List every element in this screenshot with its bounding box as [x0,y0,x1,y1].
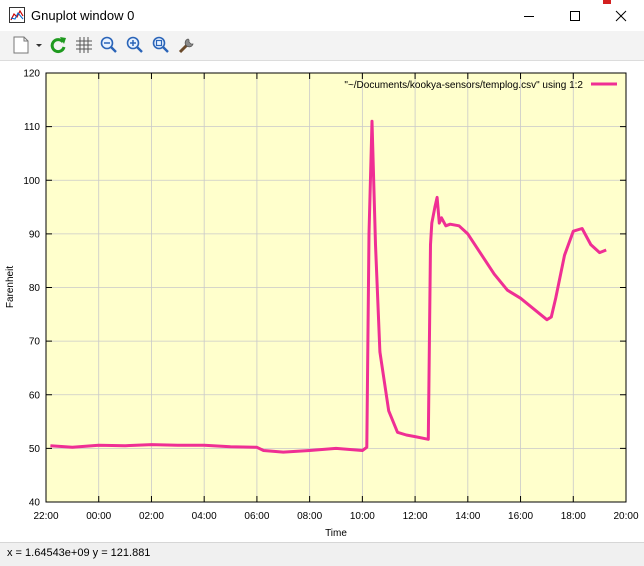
y-axis-label: Farenheit [5,266,16,308]
zoom-next-button[interactable] [124,34,146,56]
toolbar [0,31,644,61]
settings-icon [178,38,194,54]
status-bar: x = 1.64543e+09 y = 121.881 [0,542,644,566]
legend-label: "~/Documents/kookya-sensors/templog.csv"… [344,80,583,91]
chart: 22:00 00:00 02:00 04:00 06:00 08:00 10:00 12:00… [5,69,639,540]
y-tick-label: 90 [29,229,41,240]
grid-icon [76,37,92,53]
title-bar: Gnuplot window 0 [0,0,644,31]
x-tick-labels: 22:00 00:00 02:00 04:00 06:00 08:00 10:00 12:00… [33,511,638,522]
x-tick-label: 06:00 [244,511,269,522]
y-tick-label: 120 [23,69,40,80]
close-button[interactable] [598,0,644,31]
autoscale-icon [152,36,169,53]
y-tick-label: 100 [23,176,40,187]
cursor-coordinates: x = 1.64543e+09 y = 121.881 [7,547,151,559]
red-marker [603,0,611,4]
maximize-icon [570,10,580,21]
x-axis-label: Time [325,528,347,539]
grid-button[interactable] [73,34,95,56]
settings-button[interactable] [176,34,198,56]
y-tick-label: 110 [24,122,40,133]
minimize-button[interactable] [506,0,552,31]
x-tick-label: 08:00 [297,511,322,522]
plot-area[interactable]: 22:00 00:00 02:00 04:00 06:00 08:00 10:00 12:00… [0,61,644,541]
replot-button[interactable] [47,34,69,56]
y-tick-labels: 40 50 60 70 80 90 100 110 120 [23,69,40,509]
x-tick-label: 18:00 [561,511,586,522]
autoscale-button[interactable] [150,34,172,56]
copy-icon [13,36,42,54]
maximize-button[interactable] [552,0,598,31]
gnuplot-app-icon [9,7,25,23]
x-tick-label: 12:00 [403,511,428,522]
window-title: Gnuplot window 0 [31,8,135,23]
copy-button[interactable] [9,34,43,56]
x-tick-label: 02:00 [139,511,164,522]
y-tick-label: 50 [29,444,41,455]
zoom-previous-button[interactable] [98,34,120,56]
x-tick-label: 00:00 [86,511,111,522]
y-tick-label: 70 [29,337,41,348]
close-icon [615,10,627,21]
x-tick-label: 22:00 [33,511,58,522]
x-tick-label: 16:00 [508,511,533,522]
y-tick-label: 60 [29,390,41,401]
y-tick-label: 80 [29,283,41,294]
y-tick-label: 40 [29,498,41,509]
x-tick-label: 20:00 [613,511,638,522]
replot-icon [50,37,66,54]
x-tick-label: 04:00 [192,511,217,522]
zoom-next-icon [126,36,143,53]
minimize-icon [524,15,534,17]
x-tick-label: 14:00 [455,511,480,522]
x-tick-label: 10:00 [350,511,375,522]
zoom-previous-icon [100,36,117,53]
